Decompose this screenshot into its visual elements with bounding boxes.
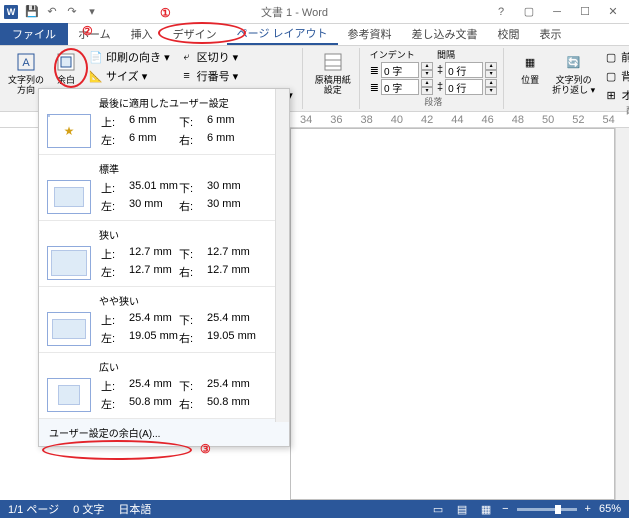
margin-thumb-icon [47, 246, 91, 280]
tab-mailings[interactable]: 差し込み文書 [402, 23, 488, 45]
word-count[interactable]: 0 文字 [73, 501, 104, 517]
margin-option-moderate[interactable]: やや狭い 上:25.4 mm下:25.4 mm 左:19.05 mm右:19.0… [39, 287, 289, 353]
wrap-text-button[interactable]: 🔄 文字列の 折り返し ▾ [550, 48, 597, 98]
indent-label: インデント [370, 48, 433, 61]
save-icon[interactable]: 💾 [24, 4, 40, 20]
selection-pane-button[interactable]: ⊞オブジェクトの選択と表示 [601, 86, 629, 104]
tab-design[interactable]: デザイン [163, 23, 227, 45]
arrange-group-label: 配置 [514, 104, 629, 117]
language[interactable]: 日本語 [118, 501, 151, 517]
qat-dropdown-icon[interactable]: ▾ [84, 4, 100, 20]
zoom-in-icon[interactable]: + [585, 503, 591, 515]
tab-file[interactable]: ファイル [0, 23, 68, 45]
bring-forward-button[interactable]: ▢前面へ移動 [601, 48, 629, 66]
tab-references[interactable]: 参考資料 [338, 23, 402, 45]
line-numbers-button[interactable]: ≡行番号 ▾ [177, 67, 296, 85]
margin-option-narrow[interactable]: 狭い 上:12.7 mm下:12.7 mm 左:12.7 mm右:12.7 mm [39, 221, 289, 287]
title-bar: W 💾 ↶ ↷ ▾ 文書 1 - Word ? ▢ ─ ☐ ✕ [0, 0, 629, 24]
indent-right-spinner[interactable]: ≣▴▾ [370, 79, 433, 95]
document-area[interactable] [290, 128, 615, 500]
breaks-button[interactable]: ⤶区切り ▾ [177, 48, 296, 66]
send-backward-button[interactable]: ▢背面へ移動 [601, 67, 629, 85]
size-button[interactable]: 📐サイズ ▾ [86, 67, 173, 85]
annotation-1: ① [160, 6, 171, 20]
margins-button[interactable]: 余白 [50, 48, 82, 88]
dropdown-scrollbar[interactable] [275, 89, 289, 422]
zoom-out-icon[interactable]: − [502, 503, 508, 515]
window-title: 文書 1 - Word [261, 4, 328, 20]
margin-thumb-icon [47, 312, 91, 346]
margin-option-normal[interactable]: 標準 上:35.01 mm下:30 mm 左:30 mm右:30 mm [39, 155, 289, 221]
zoom-slider[interactable] [517, 508, 577, 511]
margin-option-last[interactable]: 最後に適用したユーザー設定 上:6 mm下:6 mm 左:6 mm右:6 mm [39, 89, 289, 155]
margin-thumb-icon [47, 378, 91, 412]
page-count[interactable]: 1/1 ページ [8, 501, 59, 517]
spacing-before-spinner[interactable]: ‡▴▾ [437, 62, 497, 78]
custom-margins-button[interactable]: ユーザー設定の余白(A)... [39, 419, 289, 446]
undo-icon[interactable]: ↶ [44, 4, 60, 20]
tab-insert[interactable]: 挿入 [121, 23, 163, 45]
help-icon[interactable]: ? [489, 3, 513, 21]
tab-review[interactable]: 校閲 [488, 23, 530, 45]
close-icon[interactable]: ✕ [601, 3, 625, 21]
spacing-after-spinner[interactable]: ‡▴▾ [437, 79, 497, 95]
paragraph-group-label: 段落 [370, 95, 497, 108]
position-button[interactable]: ▦ 位置 [514, 48, 546, 88]
tab-view[interactable]: 表示 [530, 23, 572, 45]
tab-home[interactable]: ホーム [68, 23, 121, 45]
margin-thumb-icon [47, 114, 91, 148]
redo-icon[interactable]: ↷ [64, 4, 80, 20]
ribbon-tabs: ファイル ホーム 挿入 デザイン ページ レイアウト 参考資料 差し込み文書 校… [0, 24, 629, 46]
zoom-level[interactable]: 65% [599, 503, 621, 515]
margins-dropdown: 最後に適用したユーザー設定 上:6 mm下:6 mm 左:6 mm右:6 mm … [38, 88, 290, 447]
print-layout-icon[interactable]: ▤ [454, 502, 470, 516]
ribbon-collapse-icon[interactable]: ▢ [517, 3, 541, 21]
svg-text:A: A [22, 57, 30, 69]
orientation-button[interactable]: 📄印刷の向き ▾ [86, 48, 173, 66]
genkou-button[interactable]: 原稿用紙 設定 [313, 48, 353, 98]
read-mode-icon[interactable]: ▭ [430, 502, 446, 516]
margin-option-wide[interactable]: 広い 上:25.4 mm下:25.4 mm 左:50.8 mm右:50.8 mm [39, 353, 289, 419]
minimize-icon[interactable]: ─ [545, 3, 569, 21]
annotation-2: ② [82, 24, 93, 38]
web-layout-icon[interactable]: ▦ [478, 502, 494, 516]
vertical-scrollbar[interactable] [615, 128, 629, 500]
annotation-3: ③ [200, 442, 211, 456]
maximize-icon[interactable]: ☐ [573, 3, 597, 21]
spacing-label: 間隔 [437, 48, 497, 61]
indent-left-spinner[interactable]: ≣▴▾ [370, 62, 433, 78]
status-bar: 1/1 ページ 0 文字 日本語 ▭ ▤ ▦ − + 65% [0, 500, 629, 518]
tab-page-layout[interactable]: ページ レイアウト [227, 23, 338, 45]
word-icon: W [4, 5, 18, 19]
margin-thumb-icon [47, 180, 91, 214]
